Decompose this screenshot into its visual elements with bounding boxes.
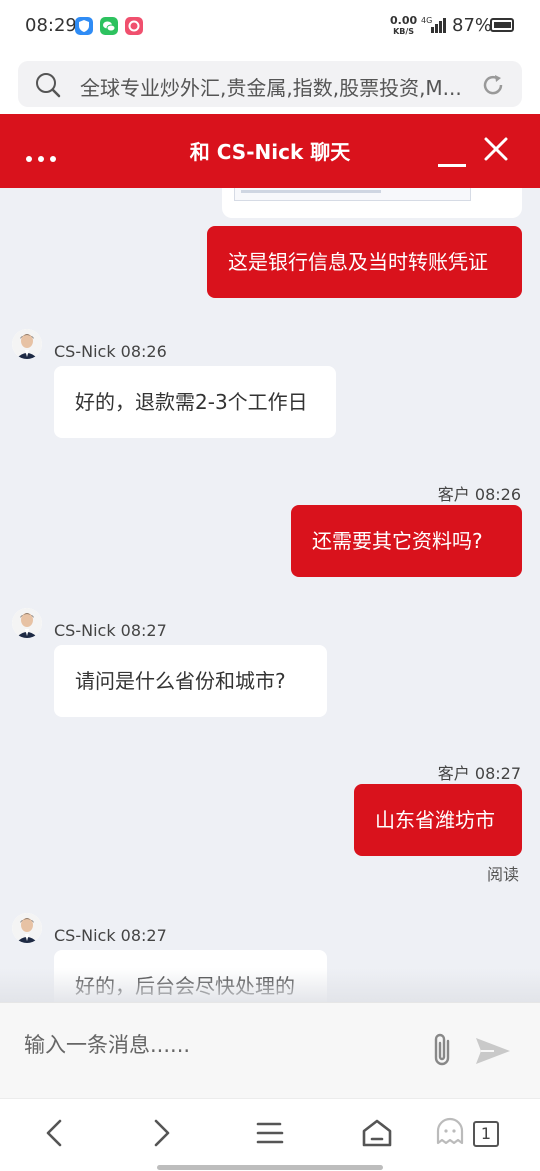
battery-icon	[490, 18, 514, 32]
message-meta: 客户 08:26	[437, 485, 521, 504]
chat-header: 和 CS-Nick 聊天	[0, 114, 540, 188]
message-sender: CS-Nick 08:26	[54, 342, 167, 361]
url-text[interactable]: 全球专业炒外汇,贵金属,指数,股票投资,M...	[80, 72, 480, 101]
back-icon[interactable]	[36, 1113, 76, 1153]
image-attachment[interactable]	[222, 188, 522, 218]
wechat-icon	[100, 17, 118, 35]
message-sender: CS-Nick 08:27	[54, 926, 167, 945]
message-input[interactable]	[24, 1033, 404, 1057]
shield-app-icon	[75, 17, 93, 35]
network-speed: 0.00 KB/S	[390, 15, 417, 37]
forward-icon[interactable]	[142, 1113, 182, 1153]
transfer-receipt-image	[234, 188, 471, 201]
home-indicator[interactable]	[157, 1165, 383, 1170]
battery-percent: 87%	[452, 15, 493, 36]
message-sender: CS-Nick 08:27	[54, 621, 167, 640]
incognito-icon[interactable]	[432, 1113, 472, 1153]
reload-icon[interactable]	[480, 72, 506, 102]
message-list[interactable]: 这是银行信息及当时转账凭证 CS-Nick 08:26 好的，退款需2-3个工作…	[0, 188, 540, 1002]
network-speed-value: 0.00	[390, 14, 418, 27]
url-bar[interactable]: 全球专业炒外汇,贵金属,指数,股票投资,M...	[18, 61, 522, 107]
message-meta: 客户 08:27	[437, 764, 521, 783]
read-status: 阅读	[487, 865, 520, 884]
attachment-icon[interactable]	[428, 1029, 458, 1073]
browser-nav-bar: 1	[0, 1098, 540, 1171]
message-bubble-outgoing[interactable]: 还需要其它资料吗?	[291, 505, 522, 577]
menu-icon[interactable]	[250, 1113, 290, 1153]
close-icon[interactable]	[483, 136, 509, 166]
tab-count-button[interactable]: 1	[473, 1121, 499, 1147]
message-bubble-incoming[interactable]: 好的，后台会尽快处理的	[54, 950, 327, 1002]
status-bar: 08:29 0.00 KB/S 4G 87%	[0, 0, 540, 52]
message-bubble-incoming[interactable]: 好的，退款需2-3个工作日	[54, 366, 336, 438]
minimize-icon[interactable]	[438, 164, 466, 167]
home-icon[interactable]	[357, 1113, 397, 1153]
status-time: 08:29	[25, 15, 77, 36]
agent-avatar	[12, 329, 42, 359]
message-bubble-incoming[interactable]: 请问是什么省份和城市?	[54, 645, 327, 717]
network-speed-unit: KB/S	[393, 27, 415, 36]
message-composer	[0, 1002, 540, 1099]
message-bubble-outgoing[interactable]: 山东省潍坊市	[354, 784, 522, 856]
agent-avatar	[12, 913, 42, 943]
message-bubble-outgoing[interactable]: 这是银行信息及当时转账凭证	[207, 226, 522, 298]
camera-app-icon	[125, 17, 143, 35]
search-icon	[34, 71, 62, 103]
send-icon[interactable]	[474, 1035, 512, 1071]
chat-title: 和 CS-Nick 聊天	[189, 140, 351, 164]
agent-avatar	[12, 608, 42, 638]
